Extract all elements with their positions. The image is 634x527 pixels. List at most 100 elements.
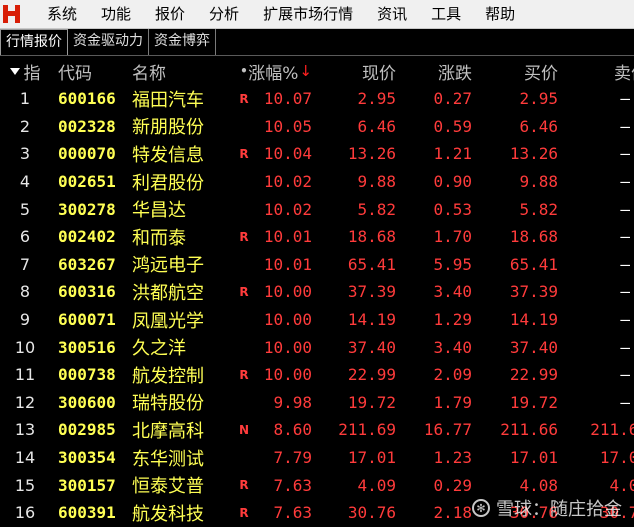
table-row[interactable]: 2 002328 新朋股份 10.05 6.46 0.59 6.46 — [0,113,634,141]
price-change: 3.40 [433,337,472,357]
stock-name: 东华测试 [132,448,204,470]
bid-price: 9.88 [519,172,558,192]
table-row[interactable]: 11 000738 航发控制 R 10.00 22.99 2.09 22.99— [0,361,634,389]
row-index: 11 [14,365,36,385]
table-row[interactable]: 4 002651 利君股份 10.02 9.88 0.90 9.88 — [0,168,634,196]
stock-code: 002985 [58,420,116,440]
stock-code: 002402 [58,227,116,247]
price-change: 1.29 [433,310,472,330]
stock-name: 凤凰光学 [132,310,204,332]
price-change: 1.70 [433,227,472,247]
menu-analysis[interactable]: 分析 [197,0,251,29]
change-pct: 8.60 [273,420,312,440]
current-price: 37.39 [347,282,396,302]
price-change: 16.77 [423,420,472,440]
header-ask[interactable]: 卖价 [578,57,634,85]
stock-code: 300516 [58,337,116,357]
change-pct: 9.98 [273,392,312,412]
header-price[interactable]: 现价 [316,57,396,85]
change-pct: 10.04 [263,144,312,164]
bid-price: 37.39 [509,282,558,302]
stock-code: 603267 [58,254,116,274]
table-row[interactable]: 10 300516 久之洋 10.00 37.40 3.40 37.40 — [0,333,634,361]
header-change[interactable]: 涨跌 [402,57,472,85]
stock-name: 航发控制 [132,365,204,387]
table-row[interactable]: 14 300354 东华测试 7.79 17.01 1.23 17.01 17.02 [0,444,634,472]
current-price: 4.09 [357,475,396,495]
menu-system[interactable]: 系统 [35,0,89,29]
change-pct: 7.63 [273,503,312,523]
table-row[interactable]: 12 300600 瑞特股份 9.98 19.72 1.79 19.72 — [0,389,634,417]
current-price: 6.46 [357,116,396,136]
row-index: 2 [19,116,31,136]
stock-name: 新朋股份 [132,117,204,139]
row-index: 5 [19,199,31,219]
menu-news[interactable]: 资讯 [365,0,419,29]
row-index: 1 [19,89,31,109]
table-row[interactable]: 13002985北摩高科N8.60211.6916.77211.66211.69 [0,416,634,444]
row-index: 12 [14,392,36,412]
table-row[interactable]: 7 603267 鸿远电子 10.01 65.41 5.95 65.41 — [0,251,634,279]
tab-market-quote[interactable]: 行情报价 [0,29,68,55]
bid-price: 6.46 [519,116,558,136]
stock-name: 瑞特股份 [132,393,204,415]
table-row[interactable]: 3 000070 特发信息 R 10.04 13.26 1.21 13.26— [0,140,634,168]
stock-name: 鸿远电子 [132,255,204,277]
ask-price: — [620,365,630,385]
tab-capital-game[interactable]: 资金博弈 [149,29,216,55]
dropdown-arrow-icon [9,67,20,75]
stock-name: 航发科技 [132,503,204,525]
sort-desc-icon: ↓ [299,62,312,80]
current-price: 17.01 [347,448,396,468]
table-row[interactable]: 9 600071 凤凰光学 10.00 14.19 1.29 14.19 — [0,306,634,334]
header-change-pct[interactable]: 涨幅% ↓ [242,57,312,85]
change-pct: 10.00 [263,337,312,357]
stock-code: 600166 [58,89,116,109]
price-change: 0.59 [433,116,472,136]
current-price: 14.19 [347,310,396,330]
header-code[interactable]: 代码 [58,57,130,85]
app-logo-icon[interactable] [3,4,23,24]
table-row[interactable]: 8 600316 洪都航空 R 10.00 37.39 3.40 37.39— [0,278,634,306]
header-index[interactable]: 指 [0,57,50,85]
change-pct: 10.02 [263,172,312,192]
current-price: 18.68 [347,227,396,247]
table-row[interactable]: 1 600166 福田汽车 R 10.07 2.95 0.27 2.95— [0,85,634,113]
menu-tools[interactable]: 工具 [419,0,473,29]
change-pct: 7.63 [273,475,312,495]
row-index: 13 [14,420,36,440]
bid-price: 211.66 [500,420,558,440]
table-header: 指 代码 名称 • 涨幅%↓ 现价 涨跌 买价 卖价 [0,57,634,85]
menu-bar: 系统 功能 报价 分析 扩展市场行情 资讯 工具 帮助 [0,0,634,29]
bid-price: 14.19 [509,310,558,330]
table-row[interactable]: 5 300278 华昌达 10.02 5.82 0.53 5.82 — [0,195,634,223]
stock-name: 华昌达 [132,200,186,222]
row-index: 7 [19,254,31,274]
header-name[interactable]: 名称 [132,57,240,85]
change-pct: 10.02 [263,199,312,219]
ask-price: — [620,254,630,274]
bid-price: 5.82 [519,199,558,219]
ask-price: 17.02 [599,448,634,468]
ask-price: — [620,282,630,302]
change-pct: 7.79 [273,448,312,468]
stock-name: 久之洋 [132,338,186,360]
price-change: 0.27 [433,89,472,109]
table-row[interactable]: 6 002402 和而泰 R 10.01 18.68 1.70 18.68— [0,223,634,251]
stock-code: 600391 [58,503,116,523]
price-change: 0.90 [433,172,472,192]
row-index: 8 [19,282,31,302]
menu-function[interactable]: 功能 [89,0,143,29]
menu-extended-market[interactable]: 扩展市场行情 [251,0,365,29]
ask-price: — [620,89,630,109]
row-index: 10 [14,337,36,357]
current-price: 30.76 [347,503,396,523]
price-change: 2.18 [433,503,472,523]
price-change: 1.21 [433,144,472,164]
menu-help[interactable]: 帮助 [473,0,527,29]
stock-code: 300157 [58,475,116,495]
header-bid[interactable]: 买价 [478,57,558,85]
tab-capital-drive[interactable]: 资金驱动力 [68,29,149,55]
menu-quote[interactable]: 报价 [143,0,197,29]
price-change: 2.09 [433,365,472,385]
